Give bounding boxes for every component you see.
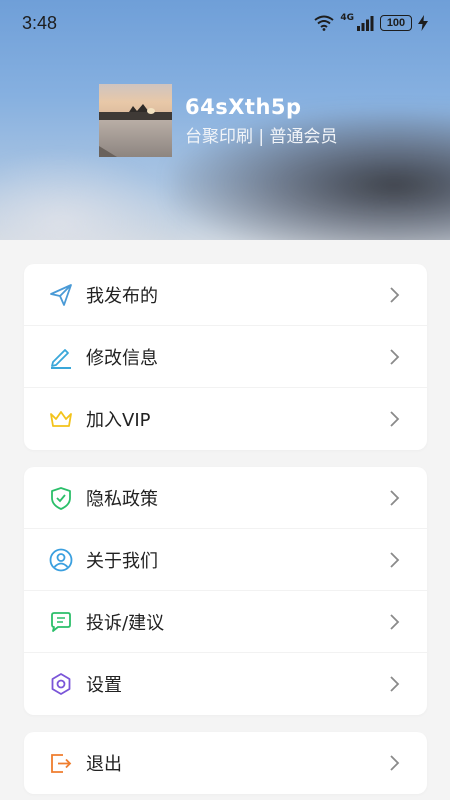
menu-item-edit-info[interactable]: 修改信息: [24, 326, 427, 388]
menu-item-label: 隐私政策: [86, 488, 158, 510]
chat-bubble-icon: [48, 609, 74, 635]
logout-icon: [48, 750, 74, 776]
menu-card-info: 隐私政策 关于我们 投诉/建议 设置: [24, 467, 427, 715]
wifi-icon: [314, 15, 334, 31]
chevron-right-icon: [390, 613, 400, 630]
chevron-right-icon: [390, 489, 400, 506]
chevron-right-icon: [390, 676, 400, 692]
crown-icon: [48, 406, 74, 432]
send-icon: [48, 282, 74, 308]
menu-item-label: 关于我们: [86, 550, 158, 572]
signal-icon: [357, 16, 374, 31]
menu-item-label: 修改信息: [86, 347, 158, 369]
menu-item-about-us[interactable]: 关于我们: [24, 529, 427, 591]
chevron-right-icon: [390, 348, 400, 365]
member-subtitle: 台聚印刷 | 普通会员: [185, 127, 338, 147]
status-icons: 4G 100: [314, 13, 428, 31]
avatar[interactable]: [99, 84, 172, 157]
menu-card-main: 我发布的 修改信息 加入VIP: [24, 264, 427, 450]
menu-item-privacy-policy[interactable]: 隐私政策: [24, 467, 427, 529]
chevron-right-icon: [390, 551, 400, 568]
username: 64sXth5p: [185, 95, 302, 119]
status-bar: 3:48 4G 100: [0, 0, 450, 46]
menu-item-settings[interactable]: 设置: [24, 653, 427, 715]
menu-item-my-posts[interactable]: 我发布的: [24, 264, 427, 326]
menu-card-logout: 退出: [24, 732, 427, 794]
avatar-photo-icon: [99, 84, 172, 157]
gear-icon: [48, 671, 74, 697]
charging-bolt-icon: [418, 15, 428, 31]
network-type-label: 4G: [340, 13, 354, 23]
shield-check-icon: [48, 485, 74, 511]
user-circle-icon: [48, 547, 74, 573]
menu-item-label: 我发布的: [86, 285, 158, 307]
menu-item-label: 设置: [86, 675, 122, 696]
menu-item-join-vip[interactable]: 加入VIP: [24, 388, 427, 450]
chevron-right-icon: [390, 755, 400, 771]
menu-item-label: 加入VIP: [86, 410, 151, 431]
menu-item-logout[interactable]: 退出: [24, 732, 427, 794]
profile-info: 64sXth5p 台聚印刷 | 普通会员: [99, 84, 338, 157]
battery-icon: 100: [380, 15, 412, 31]
menu-item-feedback[interactable]: 投诉/建议: [24, 591, 427, 653]
menu-item-label: 投诉/建议: [86, 612, 165, 634]
chevron-right-icon: [390, 286, 400, 303]
profile-header: 3:48 4G 100 64sXth5p 台聚印刷 | 普通会员: [0, 0, 450, 240]
menu-item-label: 退出: [86, 754, 122, 775]
chevron-right-icon: [390, 411, 400, 427]
edit-icon: [48, 344, 74, 370]
status-time: 3:48: [22, 12, 58, 33]
